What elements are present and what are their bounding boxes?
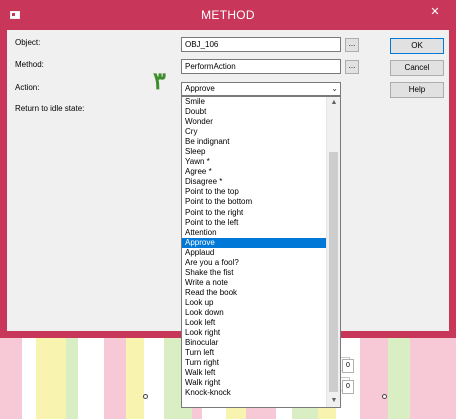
action-option[interactable]: Look left [182, 318, 327, 328]
action-label: Action: [15, 83, 40, 92]
object-browse-button[interactable]: ... [345, 38, 359, 52]
action-option[interactable]: Walk left [182, 368, 327, 378]
action-option[interactable]: Doubt [182, 107, 327, 117]
action-option[interactable]: Binocular [182, 338, 327, 348]
background-spin: 0 [342, 359, 354, 373]
action-option[interactable]: Turn right [182, 358, 327, 368]
action-option[interactable]: Knock-knock [182, 388, 327, 398]
method-field[interactable]: PerformAction [181, 59, 341, 74]
action-option[interactable]: Disagree * [182, 177, 327, 187]
action-option[interactable]: Agree * [182, 167, 327, 177]
action-option[interactable]: Be indignant [182, 137, 327, 147]
method-browse-button[interactable]: ... [345, 60, 359, 74]
action-option[interactable]: Point to the left [182, 218, 327, 228]
action-option[interactable]: Shake the fist [182, 268, 327, 278]
action-option[interactable]: Look up [182, 298, 327, 308]
action-option[interactable]: Applaud [182, 248, 327, 258]
action-option[interactable]: Wonder [182, 117, 327, 127]
action-option[interactable]: Smile [182, 97, 327, 107]
cancel-button[interactable]: Cancel [390, 60, 444, 76]
scroll-down-icon[interactable]: ▼ [327, 395, 340, 407]
action-option[interactable]: Look right [182, 328, 327, 338]
annotation-number: ٣ [153, 66, 166, 95]
action-option[interactable]: Attention [182, 228, 327, 238]
action-dropdown-list[interactable]: Smile Doubt Wonder Cry Be indignant Sleep Yawn… [181, 96, 341, 408]
ok-button[interactable]: OK [390, 38, 444, 54]
action-combobox[interactable]: Approve ⌄ [181, 82, 341, 96]
action-option[interactable]: Write a note [182, 278, 327, 288]
action-option[interactable]: Point to the bottom [182, 197, 327, 207]
scroll-thumb[interactable] [329, 152, 338, 392]
action-option[interactable]: Read the book [182, 288, 327, 298]
action-option[interactable]: Point to the right [182, 208, 327, 218]
object-label: Object: [15, 38, 41, 47]
action-option[interactable]: Walk right [182, 378, 327, 388]
radio-dot [382, 394, 387, 399]
title-bar: METHOD ✕ [0, 0, 456, 30]
close-button[interactable]: ✕ [420, 2, 450, 22]
return-idle-label: Return to idle state: [15, 104, 85, 113]
action-option[interactable]: Point to the top [182, 187, 327, 197]
action-option[interactable]: Look down [182, 308, 327, 318]
object-field[interactable]: OBJ_106 [181, 37, 341, 52]
method-label: Method: [15, 60, 44, 69]
action-options: Smile Doubt Wonder Cry Be indignant Sleep Yawn… [182, 97, 327, 398]
window-title: METHOD [201, 8, 255, 22]
action-option[interactable]: Approve [182, 237, 327, 248]
action-option[interactable]: Yawn * [182, 157, 327, 167]
action-option[interactable]: Turn left [182, 348, 327, 358]
chevron-down-icon[interactable]: ⌄ [331, 83, 338, 95]
action-option[interactable]: Are you a fool? [182, 258, 327, 268]
action-combobox-value: Approve [185, 84, 215, 93]
action-option[interactable]: Cry [182, 127, 327, 137]
background-spin: 0 [342, 380, 354, 394]
action-option[interactable]: Sleep [182, 147, 327, 157]
dropdown-scrollbar[interactable]: ▲ ▼ [326, 97, 340, 407]
radio-dot [143, 394, 148, 399]
scroll-up-icon[interactable]: ▲ [327, 97, 340, 109]
help-button[interactable]: Help [390, 82, 444, 98]
